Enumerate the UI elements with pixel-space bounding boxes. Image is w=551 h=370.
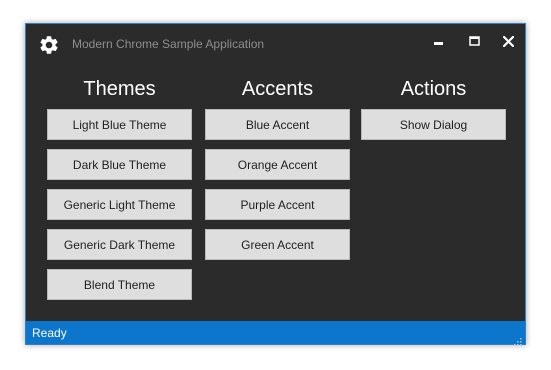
green-accent-button[interactable]: Green Accent [205, 229, 350, 260]
resize-grip-icon[interactable] [514, 333, 522, 346]
themes-heading: Themes [83, 78, 156, 100]
title-bar[interactable]: Modern Chrome Sample Application [26, 24, 525, 64]
actions-column: Actions Show Dialog [361, 76, 506, 149]
app-window: Modern Chrome Sample Application Themes … [25, 23, 526, 346]
gear-icon[interactable] [38, 34, 60, 56]
minimize-icon [434, 36, 444, 46]
actions-heading: Actions [400, 78, 467, 100]
close-icon [502, 35, 514, 47]
maximize-icon [468, 36, 480, 46]
generic-light-theme-button[interactable]: Generic Light Theme [47, 189, 192, 220]
maximize-button[interactable] [461, 30, 487, 52]
generic-dark-theme-button[interactable]: Generic Dark Theme [47, 229, 192, 260]
status-text: Ready [32, 326, 67, 340]
light-blue-theme-button[interactable]: Light Blue Theme [47, 109, 192, 140]
accents-column: Accents Blue Accent Orange Accent Purple… [205, 76, 350, 269]
orange-accent-button[interactable]: Orange Accent [205, 149, 350, 180]
blue-accent-button[interactable]: Blue Accent [205, 109, 350, 140]
blend-theme-button[interactable]: Blend Theme [47, 269, 192, 300]
accents-heading: Accents [241, 78, 314, 100]
minimize-button[interactable] [426, 30, 452, 52]
window-title: Modern Chrome Sample Application [72, 37, 265, 51]
close-button[interactable] [495, 30, 521, 52]
show-dialog-button[interactable]: Show Dialog [361, 109, 506, 140]
status-bar: Ready [26, 321, 525, 346]
themes-column: Themes Light Blue Theme Dark Blue Theme … [47, 76, 192, 309]
dark-blue-theme-button[interactable]: Dark Blue Theme [47, 149, 192, 180]
purple-accent-button[interactable]: Purple Accent [205, 189, 350, 220]
